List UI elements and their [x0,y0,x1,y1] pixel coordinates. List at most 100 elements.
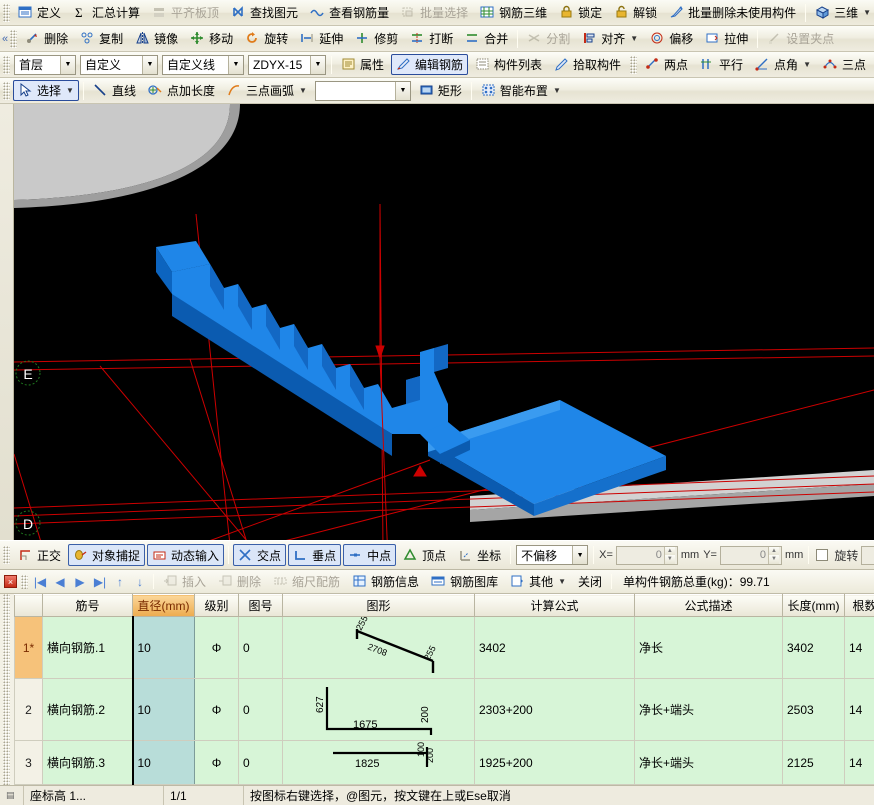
toolbar-overflow-icon[interactable]: « [2,33,8,45]
col-header-grade[interactable]: 级别 [194,594,239,617]
formula-cell[interactable]: 1925+200 [474,740,635,785]
rebar_name-cell[interactable]: 横向钢筋.1 [42,616,133,679]
打断-button[interactable]: 打断 [405,28,458,49]
查找图元-button[interactable]: 查找图元 [226,2,303,23]
删除-button[interactable]: 删除 [20,28,73,49]
汇总计算-button[interactable]: Σ 汇总计算 [68,2,145,23]
三点-button[interactable]: 三点 [818,54,871,75]
chevron-down-icon[interactable]: ▼ [66,86,74,95]
其他-button[interactable]: 其他 ▼ [505,571,571,592]
diameter-cell[interactable]: 10 [131,678,195,741]
平行-button[interactable]: 平行 [695,54,748,75]
两点-button[interactable]: 两点 [640,54,693,75]
draw-mode-select[interactable]: ▼ [314,80,411,101]
toolbar-grip[interactable] [10,29,18,48]
row-number-cell[interactable]: 1* [14,616,43,679]
拾取构件-button[interactable]: 拾取构件 [549,54,626,75]
toolbar-grip[interactable] [3,55,10,74]
table-row[interactable]: 2 横向钢筋.2 10 Φ 0 627 1675 200 2303+200 净长+端头 25… [14,678,874,741]
col-header-num[interactable] [14,594,43,617]
修剪-button[interactable]: 修剪 [350,28,403,49]
x-coord-input[interactable]: 0 ▲ ▼ [615,545,678,565]
grade-cell[interactable]: Φ [194,740,239,785]
col-header-length[interactable]: 长度(mm) [782,594,845,617]
编辑钢筋-button[interactable]: 编辑钢筋 [391,54,469,75]
坐标-snap[interactable]: 坐标 [453,544,506,566]
close-icon[interactable]: × [4,575,17,588]
col-header-shape[interactable]: 图形 [282,594,475,617]
点加长度-button[interactable]: 点加长度 [143,80,220,101]
figure_no-cell[interactable]: 0 [238,678,283,741]
diameter-cell[interactable]: 10 [131,740,195,785]
rebar-table-container[interactable]: 筋号 直径(mm) 级别 图号 图形 计算公式 公式描述 长度(mm) 根数 1* 横向钢筋.1 1… [0,594,874,785]
钢筋图库-button[interactable]: 钢筋图库 [426,571,503,592]
count-cell[interactable]: 14 [844,616,874,679]
chevron-down-icon[interactable]: ▼ [394,81,410,100]
延伸-button[interactable]: 延伸 [295,28,348,49]
floor-select[interactable]: 首层 ▼ [14,54,76,75]
length-cell[interactable]: 3402 [782,616,845,679]
model-viewport-3d[interactable]: E D [0,104,874,540]
grade-cell[interactable]: Φ [194,616,239,679]
formula-cell[interactable]: 3402 [474,616,635,679]
toolbar-grip[interactable] [630,55,638,74]
合并-button[interactable]: 合并 [460,28,513,49]
x-coord-stepper[interactable]: ▲ ▼ [663,546,675,564]
table-row[interactable]: 1* 横向钢筋.1 10 Φ 0 255 2708 255 3402 净长 3402 14 [14,614,874,679]
last-record-button[interactable]: ▶| [90,572,110,592]
钢筋信息-button[interactable]: 钢筋信息 [347,571,424,592]
move-down-button[interactable]: ↓ [130,572,150,592]
toolbar-grip[interactable] [3,81,10,100]
三点画弧-button[interactable]: 三点画弧 ▼ [222,80,312,101]
shape-cell[interactable]: 627 1675 200 [282,678,475,741]
chevron-down-icon[interactable]: ▼ [863,8,871,17]
chevron-down-icon[interactable]: ▼ [60,55,75,74]
row-number-cell[interactable]: 3 [14,740,43,785]
chevron-down-icon[interactable]: ▼ [299,86,307,95]
拉伸-button[interactable]: 拉伸 [700,28,753,49]
垂点-snap[interactable]: 垂点 [288,544,342,566]
formula_desc-cell[interactable]: 净长+端头 [634,740,783,785]
grade-cell[interactable]: Φ [194,678,239,741]
col-header-formula_desc[interactable]: 公式描述 [634,594,783,617]
col-header-formula[interactable]: 计算公式 [474,594,635,617]
交点-snap[interactable]: 交点 [233,544,287,566]
直线-button[interactable]: 直线 [88,80,141,101]
count-cell[interactable]: 14 [844,678,874,741]
复制-button[interactable]: 复制 [75,28,128,49]
first-record-button[interactable]: |◀ [30,572,50,592]
model-3d-canvas[interactable]: E D [0,104,874,540]
锁定-button[interactable]: 锁定 [554,2,607,23]
shape-cell[interactable]: 255 2708 255 [282,614,475,679]
查看钢筋量-button[interactable]: 查看钢筋量 [305,2,394,23]
row-number-cell[interactable]: 2 [14,678,43,741]
点角-button[interactable]: 点角 ▼ [750,54,816,75]
formula-cell[interactable]: 2303+200 [474,678,635,741]
col-header-diameter[interactable]: 直径(mm) [132,594,195,617]
选择-button[interactable]: 选择 ▼ [13,80,79,101]
toolbar-grip[interactable] [3,3,10,22]
move-up-button[interactable]: ↑ [110,572,130,592]
figure_no-cell[interactable]: 0 [238,616,283,679]
钢筋三维-button[interactable]: 钢筋三维 [475,2,552,23]
chevron-down-icon[interactable]: ▼ [630,34,638,43]
toolbar-grip[interactable] [3,546,10,564]
offset-mode-select[interactable]: 不偏移 ▼ [516,545,589,565]
顶点-snap[interactable]: 顶点 [398,544,451,566]
col-header-rebar_name[interactable]: 筋号 [42,594,133,617]
rebar_name-cell[interactable]: 横向钢筋.2 [42,678,133,741]
y-coord-input[interactable]: 0 ▲ ▼ [719,545,782,565]
对齐-button[interactable]: 对齐 ▼ [577,28,643,49]
rotate-input[interactable]: 0.000 ▲▼ [861,545,874,565]
批量删除未使用构件-button[interactable]: 批量删除未使用构件 [664,2,801,23]
table-row[interactable]: 3 横向钢筋.3 10 Φ 0 1825 100 200 1925+200 净长+端头 21… [14,740,874,785]
对象捕捉-toggle[interactable]: 对象捕捉 [68,544,146,566]
解锁-button[interactable]: 解锁 [609,2,662,23]
构件列表-button[interactable]: 构件列表 [470,54,547,75]
component-name-select[interactable]: ZDYX-15 ▼ [248,54,326,75]
formula_desc-cell[interactable]: 净长+端头 [634,678,783,741]
chevron-down-icon[interactable]: ▼ [228,55,243,74]
length-cell[interactable]: 2503 [782,678,845,741]
动态输入-toggle[interactable]: 动态输入 [147,544,225,566]
三维-button[interactable]: 三维 ▼ [810,2,874,23]
